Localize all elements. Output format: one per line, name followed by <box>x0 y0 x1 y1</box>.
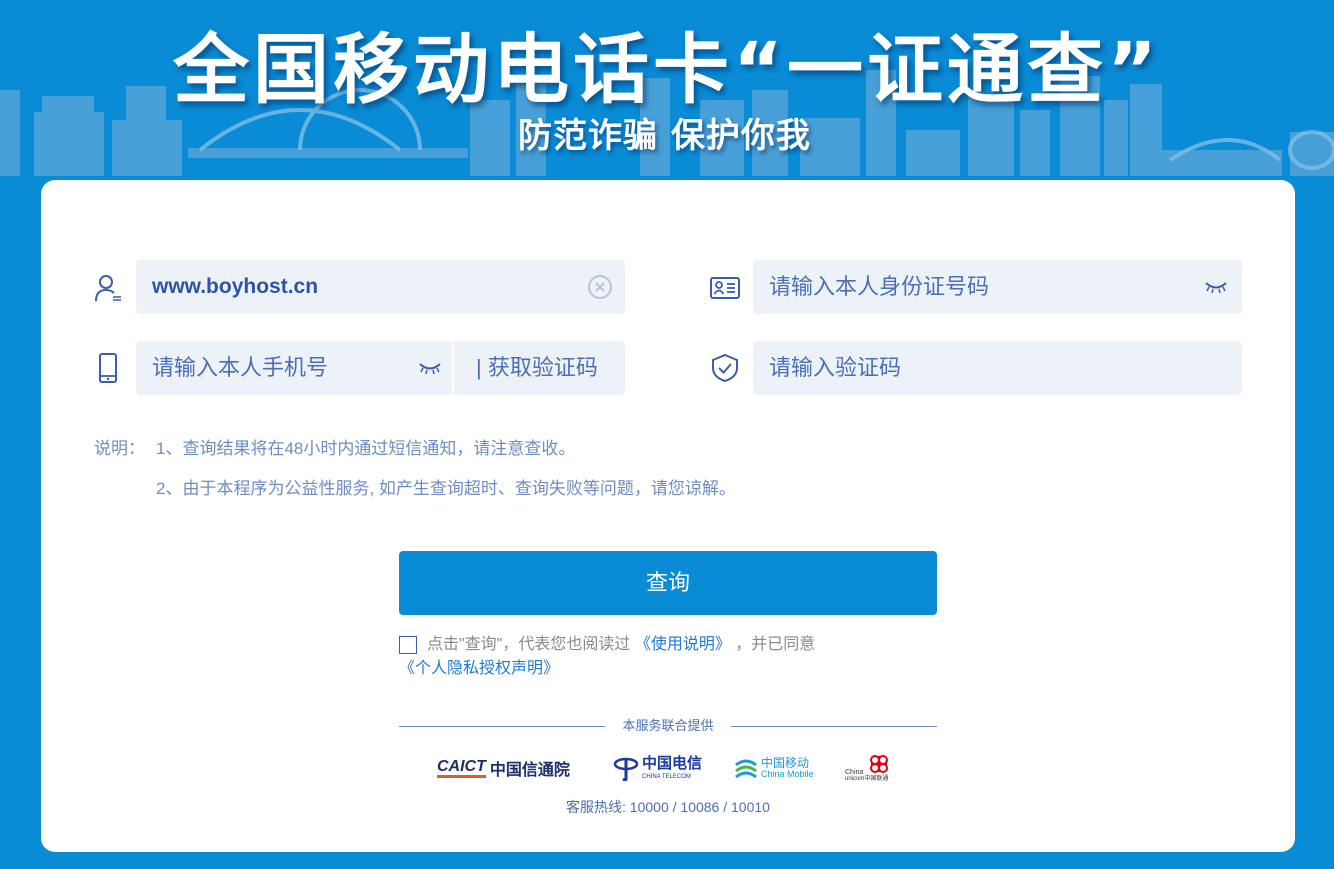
phone-placeholder: 请输入本人手机号 <box>152 355 329 380</box>
banner-subtitle: 防范诈骗 保护你我 <box>518 116 811 156</box>
phone-field[interactable]: 请输入本人手机号 | 获取验证码 <box>136 341 625 395</box>
telecom-emblem-icon <box>613 757 639 781</box>
query-button[interactable]: 查询 <box>399 551 937 615</box>
id-number-placeholder: 请输入本人身份证号码 <box>769 274 990 299</box>
eye-closed-icon <box>419 363 441 375</box>
agreement-middle: ，并已同意 <box>735 636 816 653</box>
user-icon <box>95 275 121 302</box>
hotline: 客服热线: 10000 / 10086 / 10010 <box>566 799 770 815</box>
agreement-prefix: 点击"查询"，代表您也阅读过 <box>427 636 631 653</box>
shield-check-icon <box>712 353 738 383</box>
phone-icon <box>99 353 117 383</box>
divider-line-right <box>731 726 937 727</box>
query-card: www.boyhost.cn 请输入本人身份证号码 请输入本人手机号 | 获取验… <box>41 180 1295 852</box>
note-item: 2、由于本程序为公益性服务, 如产生查询超时、查询失败等问题，请您谅解。 <box>156 479 736 498</box>
get-code-button[interactable]: | 获取验证码 <box>476 341 598 395</box>
unicom-knot-icon <box>870 755 889 773</box>
china-unicom-logo: China unicom中国联通 <box>845 752 892 784</box>
clear-button[interactable] <box>587 260 613 314</box>
provider-divider: 本服务联合提供 <box>399 716 937 736</box>
eye-closed-icon <box>1205 282 1227 294</box>
phone-visibility-toggle[interactable] <box>418 341 442 395</box>
id-card-icon <box>710 277 740 299</box>
telecom-logo-en: CHINA TELECOM <box>642 773 691 780</box>
note-item: 1、查询结果将在48小时内通过短信通知，请注意查收。 <box>156 439 576 458</box>
id-number-field[interactable]: 请输入本人身份证号码 <box>753 260 1242 314</box>
name-field[interactable]: www.boyhost.cn <box>136 260 625 314</box>
mobile-emblem-icon <box>735 759 757 779</box>
code-field[interactable]: 请输入验证码 <box>753 341 1242 395</box>
agree-checkbox[interactable] <box>399 636 417 654</box>
usage-instructions-link[interactable]: 《使用说明》 <box>635 636 731 653</box>
provider-logos: CAICT 中国信通院 中国电信 CHINA TELECOM 中国移动 Chin… <box>437 752 907 784</box>
code-placeholder: 请输入验证码 <box>769 355 902 380</box>
china-mobile-logo: 中国移动 China Mobile <box>733 752 814 784</box>
banner-title: 全国移动电话卡“一证通查” <box>173 25 1161 114</box>
mobile-logo-cn: 中国移动 <box>761 756 810 770</box>
agreement-line: 点击"查询"，代表您也阅读过 《使用说明》 ，并已同意 <box>427 634 815 656</box>
mobile-logo-en: China Mobile <box>761 769 814 779</box>
clear-circle-icon <box>588 275 612 299</box>
privacy-statement-link[interactable]: 《个人隐私授权声明》 <box>399 658 559 680</box>
caict-logo-text: CAICT <box>437 758 486 778</box>
caict-logo: CAICT 中国信通院 <box>437 752 570 784</box>
caict-logo-cn: 中国信通院 <box>489 762 570 779</box>
telecom-logo-cn: 中国电信 <box>642 755 703 772</box>
notes-label: 说明： <box>94 439 145 458</box>
name-field-value: www.boyhost.cn <box>152 275 319 298</box>
banner: 全国移动电话卡“一证通查” 防范诈骗 保护你我 <box>0 0 1334 185</box>
id-visibility-toggle[interactable] <box>1204 260 1228 314</box>
china-telecom-logo: 中国电信 CHINA TELECOM <box>613 752 702 784</box>
